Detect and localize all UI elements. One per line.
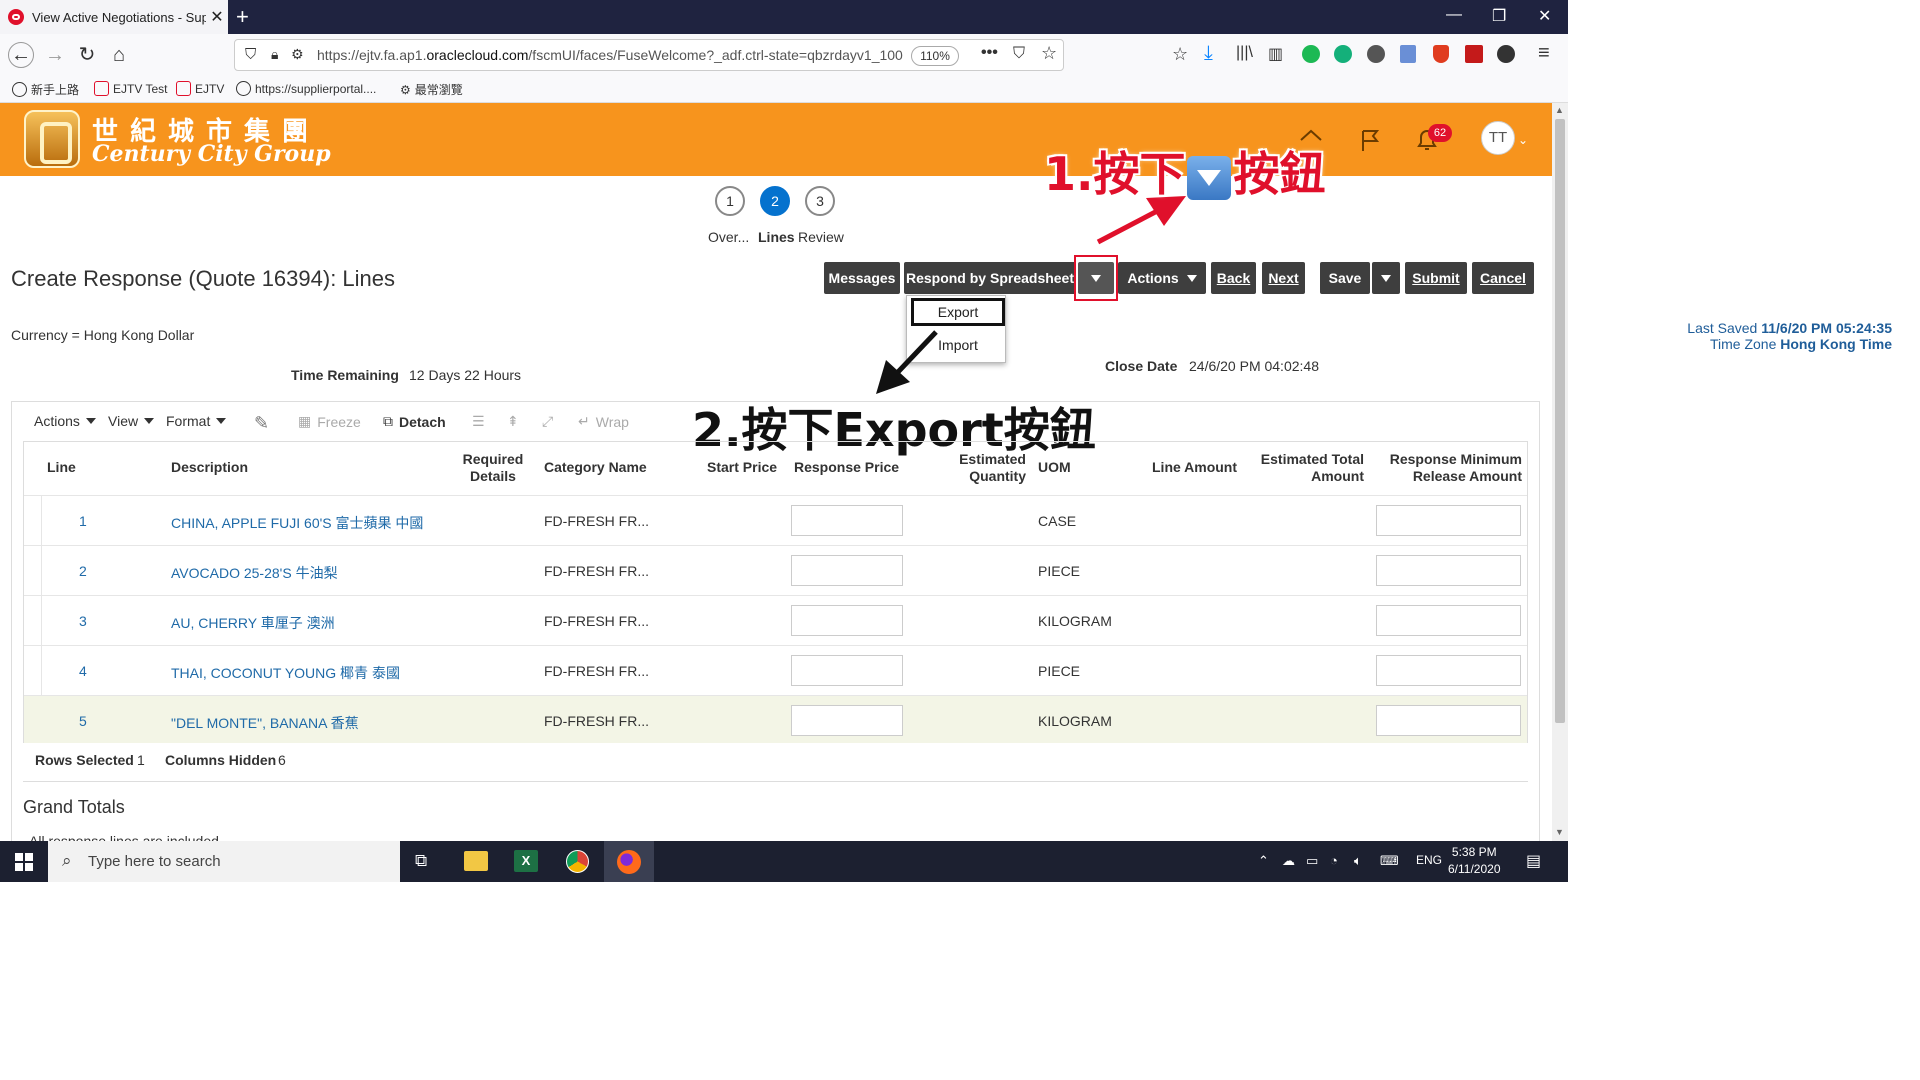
divider xyxy=(23,781,1528,782)
scroll-down-icon[interactable]: ▼ xyxy=(1555,827,1564,837)
search-icon: ⌕ xyxy=(62,851,72,870)
line-description-link[interactable]: "DEL MONTE", BANANA 香蕉 xyxy=(171,713,359,733)
tray-chevron-icon[interactable]: ⌃ xyxy=(1258,853,1269,869)
detach-icon: ⧉ xyxy=(383,413,393,429)
line-uom: KILOGRAM xyxy=(1038,713,1112,729)
columns-hidden-value: 6 xyxy=(278,752,286,768)
edit-pencil-icon[interactable]: ✎ xyxy=(254,413,269,434)
response-price-input[interactable] xyxy=(791,505,903,536)
rows-selected-label: Rows Selected xyxy=(35,752,134,768)
line-number[interactable]: 2 xyxy=(79,563,87,579)
line-description-link[interactable]: AU, CHERRY 車厘子 澳洲 xyxy=(171,613,335,633)
release-amount-input[interactable] xyxy=(1376,655,1521,686)
language-indicator[interactable]: ENG xyxy=(1416,853,1442,867)
line-category: FD-FRESH FR... xyxy=(544,713,649,729)
line-uom: PIECE xyxy=(1038,563,1081,579)
header-line[interactable]: Line xyxy=(47,459,76,476)
fit-icon[interactable]: ⤢ xyxy=(542,413,553,430)
black-arrow xyxy=(896,330,938,374)
table-row-selected[interactable]: 5 "DEL MONTE", BANANA 香蕉 FD-FRESH FR... … xyxy=(24,695,1527,743)
scroll-up-icon[interactable]: ▲ xyxy=(1555,105,1564,115)
columns-hidden-label: Columns Hidden xyxy=(165,752,277,768)
line-number[interactable]: 3 xyxy=(79,613,87,629)
header-response-price[interactable]: Response Price xyxy=(794,459,899,476)
firefox-taskbar-item[interactable] xyxy=(604,841,654,882)
grand-totals-title: Grand Totals xyxy=(23,797,125,817)
line-number[interactable]: 1 xyxy=(79,513,87,529)
release-amount-input[interactable] xyxy=(1376,505,1521,536)
taskbar-clock[interactable]: 5:38 PM 6/11/2020 xyxy=(1448,844,1501,878)
release-amount-input[interactable] xyxy=(1376,705,1521,736)
response-price-input[interactable] xyxy=(791,705,903,736)
line-description-link[interactable]: AVOCADO 25-28'S 牛油梨 xyxy=(171,563,338,583)
line-number[interactable]: 4 xyxy=(79,663,87,679)
windows-start-icon[interactable] xyxy=(15,853,33,871)
table-row[interactable]: 1 CHINA, APPLE FUJI 60'S 富士蘋果 中國 FD-FRES… xyxy=(24,495,1527,545)
header-category-name[interactable]: Category Name xyxy=(544,459,647,476)
table-view-menu[interactable]: View xyxy=(108,413,155,429)
freeze-button[interactable]: ▦ Freeze xyxy=(298,413,361,430)
caret-down-icon xyxy=(144,418,155,424)
caret-down-icon xyxy=(216,418,227,424)
header-uom[interactable]: UOM xyxy=(1038,459,1071,476)
line-description-link[interactable]: THAI, COCONUT YOUNG 椰青 泰國 xyxy=(171,663,400,683)
line-category: FD-FRESH FR... xyxy=(544,663,649,679)
line-uom: KILOGRAM xyxy=(1038,613,1112,629)
table-row[interactable]: 2 AVOCADO 25-28'S 牛油梨 FD-FRESH FR... PIE… xyxy=(24,545,1527,595)
table-row[interactable]: 4 THAI, COCONUT YOUNG 椰青 泰國 FD-FRESH FR.… xyxy=(24,645,1527,695)
wrap-button[interactable]: ↵ Wrap xyxy=(578,413,629,430)
file-explorer-icon[interactable] xyxy=(464,851,488,871)
sort-icon[interactable]: ⇞ xyxy=(507,413,519,430)
time-zone-info: Time Zone Hong Kong Time xyxy=(1709,336,1892,352)
line-uom: PIECE xyxy=(1038,663,1081,679)
header-start-price[interactable]: Start Price xyxy=(707,459,777,476)
volume-icon[interactable]: 🔈︎ xyxy=(1354,853,1362,869)
firefox-icon xyxy=(617,850,641,874)
keyboard-icon[interactable]: ⌨ xyxy=(1380,853,1399,869)
last-saved-info: Last Saved 11/6/20 PM 05:24:35 xyxy=(1687,320,1892,336)
battery-icon[interactable]: ▭ xyxy=(1306,853,1318,869)
release-amount-input[interactable] xyxy=(1376,605,1521,636)
rows-selected-value: 1 xyxy=(137,752,145,768)
line-number[interactable]: 5 xyxy=(79,713,87,729)
response-price-input[interactable] xyxy=(791,605,903,636)
line-description-link[interactable]: CHINA, APPLE FUJI 60'S 富士蘋果 中國 xyxy=(171,513,423,533)
grand-totals-note: All response lines are included xyxy=(29,833,219,841)
annotation-step-1: 1.按下 按鈕 xyxy=(1044,147,1326,201)
line-uom: CASE xyxy=(1038,513,1077,529)
line-category: FD-FRESH FR... xyxy=(544,563,649,579)
windows-taskbar: ⌕ Type here to search ⧉ X ⌃ ☁ ▭ ◔ 🔈︎ ⌨ E… xyxy=(0,841,1568,882)
page-scrollbar[interactable]: ▲ ▼ xyxy=(1552,103,1568,841)
header-description[interactable]: Description xyxy=(171,459,248,476)
response-price-input[interactable] xyxy=(791,555,903,586)
chrome-icon[interactable] xyxy=(566,850,589,873)
cloud-icon[interactable]: ☁ xyxy=(1282,853,1295,869)
network-icon[interactable]: ◔ xyxy=(1330,853,1338,868)
line-category: FD-FRESH FR... xyxy=(544,513,649,529)
header-line-amount[interactable]: Line Amount xyxy=(1152,459,1237,476)
freeze-icon: ▦ xyxy=(298,413,312,429)
header-required-details[interactable]: Required Details xyxy=(458,451,528,485)
scrollbar-thumb[interactable] xyxy=(1555,119,1565,723)
table-format-menu[interactable]: Format xyxy=(166,413,227,429)
task-view-icon[interactable]: ⧉ xyxy=(415,851,427,871)
column-icon[interactable]: ☰ xyxy=(472,413,485,430)
line-category: FD-FRESH FR... xyxy=(544,613,649,629)
caret-down-icon xyxy=(85,418,96,424)
header-response-minimum-release-amount[interactable]: Response Minimum Release Amount xyxy=(1372,451,1522,485)
wrap-icon: ↵ xyxy=(578,413,590,429)
detach-button[interactable]: ⧉ Detach xyxy=(383,413,446,430)
taskbar-search-input[interactable]: ⌕ Type here to search xyxy=(48,841,400,882)
release-amount-input[interactable] xyxy=(1376,555,1521,586)
down-button-icon xyxy=(1187,155,1232,200)
header-estimated-quantity[interactable]: Estimated Quantity xyxy=(946,451,1026,485)
header-estimated-total-amount[interactable]: Estimated Total Amount xyxy=(1250,451,1364,485)
red-arrow xyxy=(1096,205,1165,245)
table-actions-menu[interactable]: Actions xyxy=(34,413,96,429)
table-row[interactable]: 3 AU, CHERRY 車厘子 澳洲 FD-FRESH FR... KILOG… xyxy=(24,595,1527,645)
excel-icon[interactable]: X xyxy=(514,850,538,872)
response-price-input[interactable] xyxy=(791,655,903,686)
notifications-icon[interactable]: ▤ xyxy=(1526,851,1541,871)
